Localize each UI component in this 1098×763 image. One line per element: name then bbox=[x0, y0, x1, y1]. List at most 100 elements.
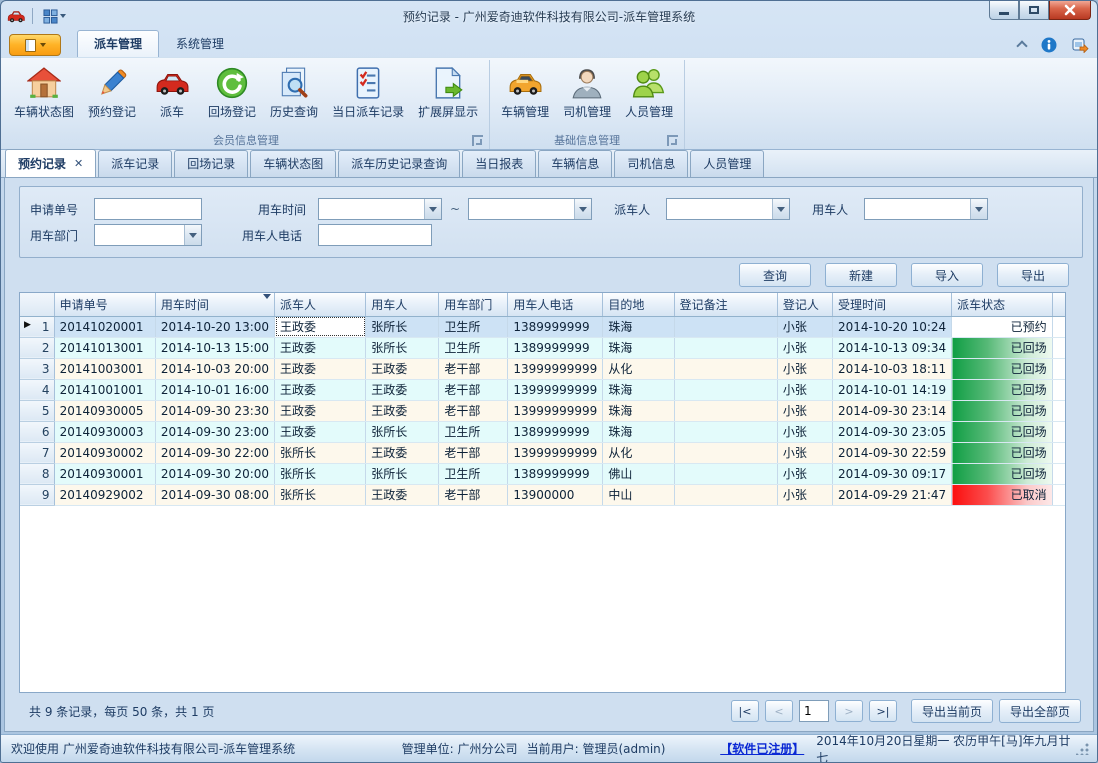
grid-cell-destination[interactable]: 珠海 bbox=[603, 379, 674, 400]
grid-cell-dispatcher[interactable]: 王政委 bbox=[275, 337, 366, 358]
grid-cell-phone[interactable]: 1389999999 bbox=[508, 316, 603, 337]
grid-cell-status[interactable]: 已预约 bbox=[952, 316, 1053, 337]
dispatcher-combo[interactable] bbox=[666, 198, 790, 220]
license-link[interactable]: 【软件已注册】 bbox=[720, 740, 802, 757]
row-header[interactable]: 9 bbox=[20, 484, 54, 505]
grid-cell-remark[interactable] bbox=[674, 316, 777, 337]
grid-cell-accept_time[interactable]: 2014-09-29 21:47 bbox=[833, 484, 952, 505]
grid-cell-accept_time[interactable]: 2014-09-30 23:05 bbox=[833, 421, 952, 442]
dialog-launcher-icon[interactable] bbox=[667, 135, 678, 146]
table-row[interactable]: ▶1201410200012014-10-20 13:00王政委张所长卫生所13… bbox=[20, 316, 1065, 337]
row-header[interactable]: 3 bbox=[20, 358, 54, 379]
grid-cell-destination[interactable]: 珠海 bbox=[603, 316, 674, 337]
grid-cell-registrar[interactable]: 小张 bbox=[777, 358, 832, 379]
grid-cell-use_time[interactable]: 2014-09-30 23:00 bbox=[155, 421, 274, 442]
ribbon-button-driver-mgmt[interactable]: 司机管理 bbox=[556, 62, 618, 130]
table-row[interactable]: 3201410030012014-10-03 20:00王政委王政委老干部139… bbox=[20, 358, 1065, 379]
grid-cell-status[interactable]: 已回场 bbox=[952, 337, 1053, 358]
grid-cell-status[interactable]: 已回场 bbox=[952, 442, 1053, 463]
import-button[interactable]: 导入 bbox=[911, 263, 983, 287]
grid-cell-order_no[interactable]: 20141020001 bbox=[54, 316, 155, 337]
grid-cell-dept[interactable]: 老干部 bbox=[439, 484, 508, 505]
minimize-button[interactable] bbox=[989, 0, 1019, 20]
doc-tab-personnel-mgmt[interactable]: 人员管理 bbox=[690, 150, 764, 177]
grid-cell-order_no[interactable]: 20140930002 bbox=[54, 442, 155, 463]
grid-cell-status[interactable]: 已回场 bbox=[952, 358, 1053, 379]
doc-tab-driver-info[interactable]: 司机信息 bbox=[614, 150, 688, 177]
grid-cell-accept_time[interactable]: 2014-09-30 22:59 bbox=[833, 442, 952, 463]
chevron-down-icon[interactable] bbox=[184, 225, 201, 245]
row-header[interactable]: 6 bbox=[20, 421, 54, 442]
doc-tab-vehicle-info[interactable]: 车辆信息 bbox=[538, 150, 612, 177]
grid-cell-user[interactable]: 张所长 bbox=[366, 316, 439, 337]
ribbon-button-dispatch-car[interactable]: 派车 bbox=[143, 62, 201, 130]
grid-cell-status[interactable]: 已回场 bbox=[952, 463, 1053, 484]
grid-cell-use_time[interactable]: 2014-09-30 23:30 bbox=[155, 400, 274, 421]
grid-cell-dispatcher[interactable]: 王政委 bbox=[275, 379, 366, 400]
grid-cell-user[interactable]: 王政委 bbox=[366, 442, 439, 463]
table-row[interactable]: 7201409300022014-09-30 22:00张所长王政委老干部139… bbox=[20, 442, 1065, 463]
create-button[interactable]: 新建 bbox=[825, 263, 897, 287]
grid-cell-dept[interactable]: 卫生所 bbox=[439, 421, 508, 442]
doc-tab-reservations[interactable]: 预约记录✕ bbox=[5, 149, 96, 177]
grid-cell-phone[interactable]: 1389999999 bbox=[508, 463, 603, 484]
row-header[interactable]: 2 bbox=[20, 337, 54, 358]
grid-cell-dispatcher[interactable]: 张所长 bbox=[275, 442, 366, 463]
ribbon-button-history-query[interactable]: 历史查询 bbox=[263, 62, 325, 130]
doc-tab-vehicle-status-map[interactable]: 车辆状态图 bbox=[250, 150, 336, 177]
grid-cell-dept[interactable]: 老干部 bbox=[439, 358, 508, 379]
ribbon-tab-system-mgmt[interactable]: 系统管理 bbox=[159, 30, 241, 57]
grid-cell-accept_time[interactable]: 2014-10-03 18:11 bbox=[833, 358, 952, 379]
grid-cell-dept[interactable]: 老干部 bbox=[439, 379, 508, 400]
app-menu-button[interactable] bbox=[9, 34, 61, 56]
grid-cell-user[interactable]: 王政委 bbox=[366, 484, 439, 505]
chevron-down-icon[interactable] bbox=[574, 199, 591, 219]
phone-input[interactable] bbox=[318, 224, 432, 246]
ribbon-button-reservation-register[interactable]: 预约登记 bbox=[81, 62, 143, 130]
ribbon-tab-dispatch-mgmt[interactable]: 派车管理 bbox=[77, 30, 159, 57]
close-button[interactable] bbox=[1049, 0, 1091, 20]
grid-cell-dispatcher[interactable]: 张所长 bbox=[275, 463, 366, 484]
grid-cell-status[interactable]: 已回场 bbox=[952, 421, 1053, 442]
grid-cell-registrar[interactable]: 小张 bbox=[777, 379, 832, 400]
next-page-button[interactable]: > bbox=[835, 700, 863, 722]
grid-cell-phone[interactable]: 1389999999 bbox=[508, 421, 603, 442]
grid-cell-user[interactable]: 张所长 bbox=[366, 463, 439, 484]
table-row[interactable]: 9201409290022014-09-30 08:00张所长王政委老干部139… bbox=[20, 484, 1065, 505]
doc-tab-today-report[interactable]: 当日报表 bbox=[462, 150, 536, 177]
grid-cell-status[interactable]: 已取消 bbox=[952, 484, 1053, 505]
ribbon-button-extended-screen[interactable]: 扩展屏显示 bbox=[411, 62, 485, 130]
grid-cell-registrar[interactable]: 小张 bbox=[777, 463, 832, 484]
grid-cell-remark[interactable] bbox=[674, 421, 777, 442]
chevron-down-icon[interactable] bbox=[772, 199, 789, 219]
grid-cell-destination[interactable]: 珠海 bbox=[603, 337, 674, 358]
grid-cell-remark[interactable] bbox=[674, 337, 777, 358]
layout-menu-button[interactable] bbox=[40, 8, 69, 25]
grid-cell-use_time[interactable]: 2014-10-20 13:00 bbox=[155, 316, 274, 337]
grid-cell-order_no[interactable]: 20140930003 bbox=[54, 421, 155, 442]
row-header[interactable]: ▶1 bbox=[20, 316, 54, 337]
grid-cell-use_time[interactable]: 2014-09-30 22:00 bbox=[155, 442, 274, 463]
grid-cell-dept[interactable]: 老干部 bbox=[439, 400, 508, 421]
grid-cell-user[interactable]: 王政委 bbox=[366, 358, 439, 379]
collapse-ribbon-icon[interactable] bbox=[1018, 42, 1027, 48]
column-header-remark[interactable]: 登记备注 bbox=[674, 293, 777, 316]
column-header-dept[interactable]: 用车部门 bbox=[439, 293, 508, 316]
table-row[interactable]: 6201409300032014-09-30 23:00王政委张所长卫生所138… bbox=[20, 421, 1065, 442]
grid-cell-remark[interactable] bbox=[674, 463, 777, 484]
grid-cell-use_time[interactable]: 2014-10-03 20:00 bbox=[155, 358, 274, 379]
info-icon[interactable] bbox=[1041, 37, 1057, 53]
table-row[interactable]: 8201409300012014-09-30 20:00张所长张所长卫生所138… bbox=[20, 463, 1065, 484]
grid-cell-registrar[interactable]: 小张 bbox=[777, 484, 832, 505]
grid-cell-order_no[interactable]: 20140929002 bbox=[54, 484, 155, 505]
grid-cell-registrar[interactable]: 小张 bbox=[777, 316, 832, 337]
grid-cell-use_time[interactable]: 2014-09-30 20:00 bbox=[155, 463, 274, 484]
use-time-from-combo[interactable] bbox=[318, 198, 442, 220]
use-time-to-combo[interactable] bbox=[468, 198, 592, 220]
table-row[interactable]: 4201410010012014-10-01 16:00王政委王政委老干部139… bbox=[20, 379, 1065, 400]
column-header-dispatcher[interactable]: 派车人 bbox=[275, 293, 366, 316]
grid-cell-accept_time[interactable]: 2014-09-30 23:14 bbox=[833, 400, 952, 421]
maximize-button[interactable] bbox=[1019, 0, 1049, 20]
ribbon-button-today-dispatch-records[interactable]: 当日派车记录 bbox=[325, 62, 411, 130]
grid-cell-order_no[interactable]: 20141013001 bbox=[54, 337, 155, 358]
